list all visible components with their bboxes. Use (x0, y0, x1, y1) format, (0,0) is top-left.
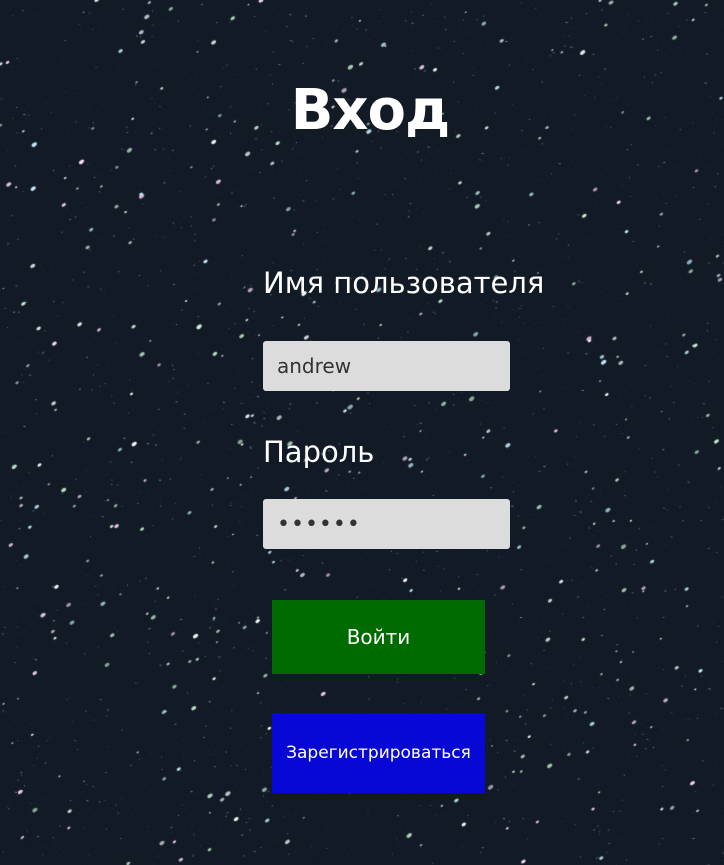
password-input[interactable] (263, 499, 510, 549)
username-input[interactable] (263, 341, 510, 391)
password-label: Пароль (263, 435, 375, 469)
login-page: Вход Имя пользователя Пароль Войти Зарег… (0, 0, 724, 865)
page-title: Вход (290, 78, 451, 143)
username-label: Имя пользователя (263, 266, 545, 300)
register-button[interactable]: Зарегистрироваться (272, 713, 485, 793)
login-button[interactable]: Войти (272, 600, 485, 674)
